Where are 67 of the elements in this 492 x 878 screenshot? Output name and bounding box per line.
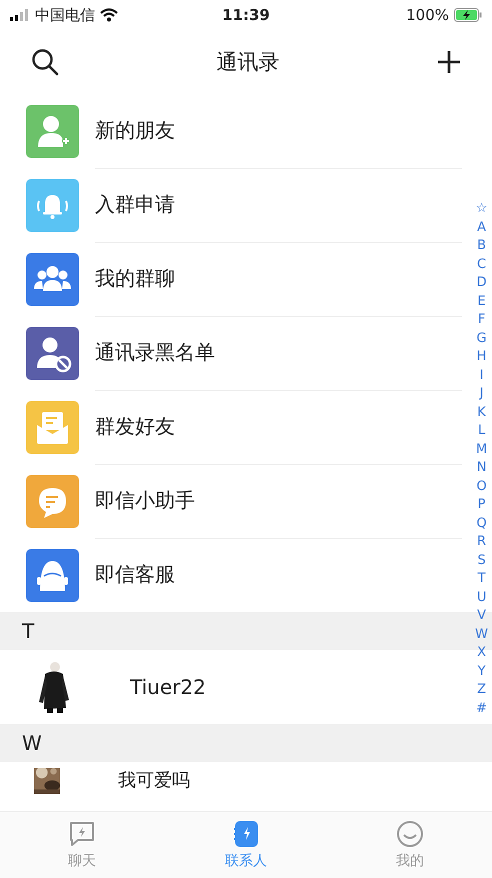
index-letter[interactable]: S bbox=[477, 552, 486, 570]
index-letter[interactable]: Z bbox=[477, 681, 486, 700]
contacts-book-icon bbox=[232, 820, 260, 848]
menu-item[interactable]: 通讯录黑名单 bbox=[0, 316, 462, 390]
search-icon[interactable] bbox=[30, 47, 60, 77]
index-letter[interactable]: K bbox=[477, 404, 486, 422]
menu-label: 通讯录黑名单 bbox=[95, 316, 462, 390]
tab[interactable]: 联系人 bbox=[164, 812, 328, 878]
index-letter[interactable]: I bbox=[480, 366, 484, 385]
menu-label: 入群申请 bbox=[95, 168, 462, 242]
index-letter[interactable]: V bbox=[477, 607, 486, 626]
menu-label: 我的群聊 bbox=[95, 242, 462, 316]
menu-item[interactable]: 新的朋友 bbox=[0, 94, 462, 168]
tab[interactable]: 聊天 bbox=[0, 812, 164, 878]
index-letter[interactable]: Q bbox=[476, 514, 487, 533]
section-letter: W bbox=[22, 731, 42, 755]
index-letter[interactable]: B bbox=[477, 237, 486, 256]
contact-item[interactable]: 我可爱吗 bbox=[0, 762, 462, 802]
index-letter[interactable]: O bbox=[476, 478, 487, 496]
bell-icon bbox=[26, 178, 79, 232]
index-letter[interactable]: L bbox=[478, 422, 486, 440]
index-letter[interactable]: E bbox=[477, 292, 486, 311]
index-letter[interactable]: N bbox=[476, 459, 486, 478]
index-letter[interactable]: C bbox=[477, 256, 486, 274]
status-time: 11:39 bbox=[222, 6, 270, 24]
group-icon bbox=[26, 252, 79, 306]
menu-item[interactable]: 群发好友 bbox=[0, 390, 462, 464]
battery-icon bbox=[454, 8, 482, 22]
index-letter[interactable]: D bbox=[476, 274, 487, 292]
index-letter[interactable]: Y bbox=[478, 662, 486, 681]
index-letter[interactable]: P bbox=[478, 496, 486, 514]
chat-bubble-icon bbox=[68, 820, 96, 848]
index-letter[interactable]: H bbox=[476, 348, 486, 366]
contact-item[interactable]: Tiuer22 bbox=[0, 650, 462, 724]
person-block-icon bbox=[26, 326, 79, 380]
menu-item[interactable]: 即信小助手 bbox=[0, 464, 462, 538]
index-letter[interactable]: J bbox=[480, 385, 484, 404]
menu-label: 群发好友 bbox=[95, 390, 462, 464]
menu-item[interactable]: 我的群聊 bbox=[0, 242, 462, 316]
index-letter[interactable]: # bbox=[476, 700, 488, 718]
index-letter[interactable]: W bbox=[475, 626, 488, 644]
envelope-icon bbox=[26, 400, 79, 454]
add-icon[interactable] bbox=[436, 49, 462, 75]
index-letter[interactable]: A bbox=[477, 218, 486, 237]
index-letter[interactable]: ☆ bbox=[476, 200, 488, 218]
carrier-name: 中国电信 bbox=[35, 6, 95, 24]
menu-label: 新的朋友 bbox=[95, 94, 462, 168]
page-title: 通讯录 bbox=[216, 49, 280, 76]
index-letter[interactable]: R bbox=[477, 533, 486, 552]
person-add-icon bbox=[26, 104, 79, 158]
contact-name: Tiuer22 bbox=[130, 675, 206, 699]
section-letter: T bbox=[22, 619, 34, 643]
contact-name: 我可爱吗 bbox=[118, 769, 190, 793]
index-letter[interactable]: F bbox=[478, 311, 486, 330]
index-letter[interactable]: M bbox=[476, 440, 488, 459]
index-letter[interactable]: U bbox=[476, 588, 486, 607]
smiley-icon bbox=[396, 820, 424, 848]
chat-bubble-icon bbox=[26, 474, 79, 528]
menu-item[interactable]: 入群申请 bbox=[0, 168, 462, 242]
battery-percent: 100% bbox=[406, 6, 449, 24]
index-letter[interactable]: G bbox=[476, 330, 487, 348]
wifi-icon bbox=[100, 8, 118, 22]
signal-icon bbox=[10, 9, 30, 21]
index-letter[interactable]: T bbox=[478, 570, 486, 588]
menu-label: 即信小助手 bbox=[95, 464, 462, 538]
tab[interactable]: 我的 bbox=[328, 812, 492, 878]
index-letter[interactable]: X bbox=[477, 644, 486, 662]
